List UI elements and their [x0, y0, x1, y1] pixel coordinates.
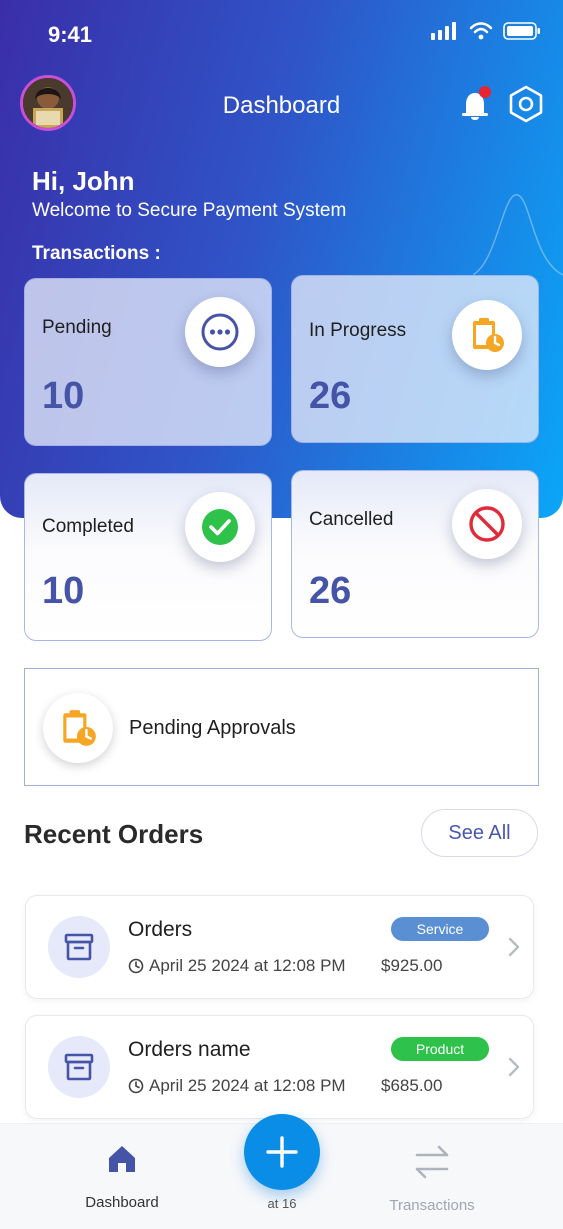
tab-transactions[interactable]: Transactions — [362, 1124, 502, 1229]
order-type-badge: Service — [391, 917, 489, 941]
welcome-text: Welcome to Secure Payment System — [32, 200, 347, 221]
order-date-text: April 25 2024 at 12:08 PM — [149, 1076, 346, 1095]
order-amount: $925.00 — [381, 956, 443, 975]
wifi-icon — [469, 22, 493, 40]
fab-label: at 16 — [267, 1196, 297, 1208]
settings-button[interactable] — [506, 84, 546, 124]
pending-card[interactable]: Pending 10 — [24, 278, 272, 446]
card-value: 10 — [42, 570, 85, 612]
pending-approvals-card[interactable]: Pending Approvals — [24, 668, 539, 786]
tab-label: Transactions — [389, 1197, 475, 1214]
chevron-right-icon — [508, 1057, 520, 1077]
order-name: Orders — [128, 918, 193, 941]
card-value: 26 — [309, 375, 352, 417]
settings-icon — [509, 85, 543, 123]
order-amount: $685.00 — [381, 1076, 443, 1095]
card-label: Cancelled — [309, 509, 394, 530]
in-progress-card[interactable]: In Progress 26 — [291, 275, 539, 443]
clipboard-clock-icon — [43, 693, 113, 763]
order-date-text: April 25 2024 at 12:08 PM — [149, 956, 346, 975]
card-label: Completed — [42, 516, 134, 537]
signal-icon — [431, 22, 456, 40]
bell-icon — [462, 86, 491, 120]
status-icons — [431, 22, 541, 40]
card-label: In Progress — [309, 320, 407, 341]
tab-dashboard[interactable]: Dashboard — [52, 1124, 192, 1229]
archive-box-icon — [48, 916, 110, 978]
check-circle-icon — [185, 492, 255, 562]
notification-button[interactable] — [456, 84, 496, 124]
header-decoration — [473, 194, 563, 276]
card-value: 10 — [42, 375, 85, 417]
battery-icon — [503, 22, 540, 40]
clipboard-clock-icon — [452, 300, 522, 370]
archive-box-icon — [48, 1036, 110, 1098]
transactions-label: Transactions : — [32, 243, 161, 264]
completed-card[interactable]: Completed 10 — [24, 473, 272, 641]
clock-icon — [128, 1078, 144, 1094]
cancel-circle-icon — [452, 489, 522, 559]
plus-icon — [266, 1136, 298, 1168]
cancelled-card[interactable]: Cancelled 26 — [291, 470, 539, 638]
order-item[interactable]: Orders name Product April 25 2024 at 12:… — [25, 1015, 534, 1119]
status-time: 9:41 — [48, 22, 93, 47]
greeting-name: Hi, John — [32, 166, 135, 196]
more-dots-icon — [185, 297, 255, 367]
approvals-label: Pending Approvals — [129, 717, 296, 739]
chevron-right-icon — [508, 937, 520, 957]
add-button[interactable] — [244, 1114, 320, 1190]
order-type-badge: Product — [391, 1037, 489, 1061]
see-all-button[interactable]: See All — [421, 809, 538, 857]
order-name: Orders name — [128, 1038, 251, 1061]
recent-orders-title: Recent Orders — [24, 819, 204, 849]
home-icon — [109, 1146, 135, 1172]
card-label: Pending — [42, 317, 112, 338]
clock-icon — [128, 958, 144, 974]
card-value: 26 — [309, 570, 352, 612]
order-date: April 25 2024 at 12:08 PM — [128, 1076, 346, 1096]
status-bar: 9:41 — [0, 0, 563, 70]
order-date: April 25 2024 at 12:08 PM — [128, 956, 346, 976]
transfer-arrows-icon — [415, 1145, 449, 1179]
order-item[interactable]: Orders Service April 25 2024 at 12:08 PM… — [25, 895, 534, 999]
tab-label: Dashboard — [85, 1194, 159, 1211]
